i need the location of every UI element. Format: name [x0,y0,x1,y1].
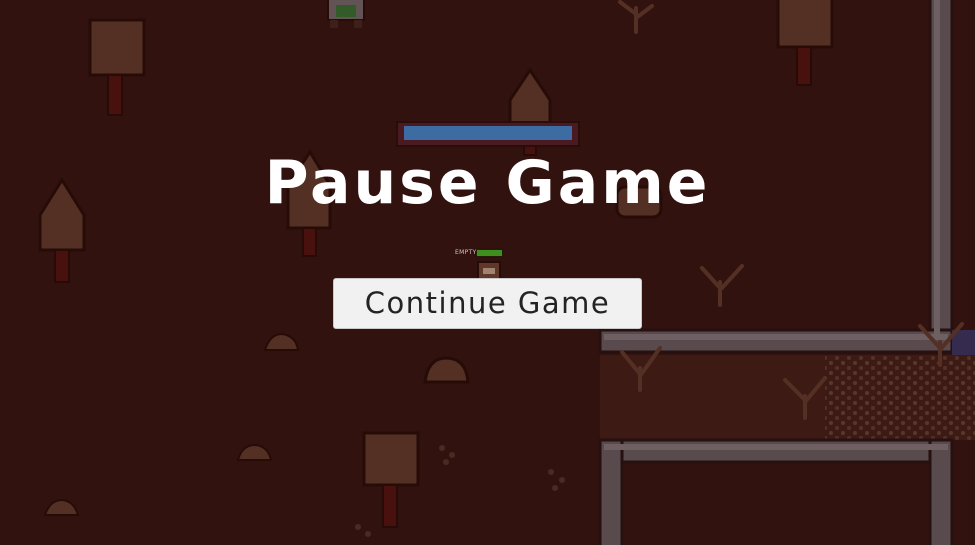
continue-game-button[interactable]: Continue Game [333,278,642,329]
player-status-label: EMPTY [455,249,477,256]
pause-title: Pause Game [264,148,711,218]
pause-menu: EMPTY Pause Game Continue Game [0,0,975,545]
